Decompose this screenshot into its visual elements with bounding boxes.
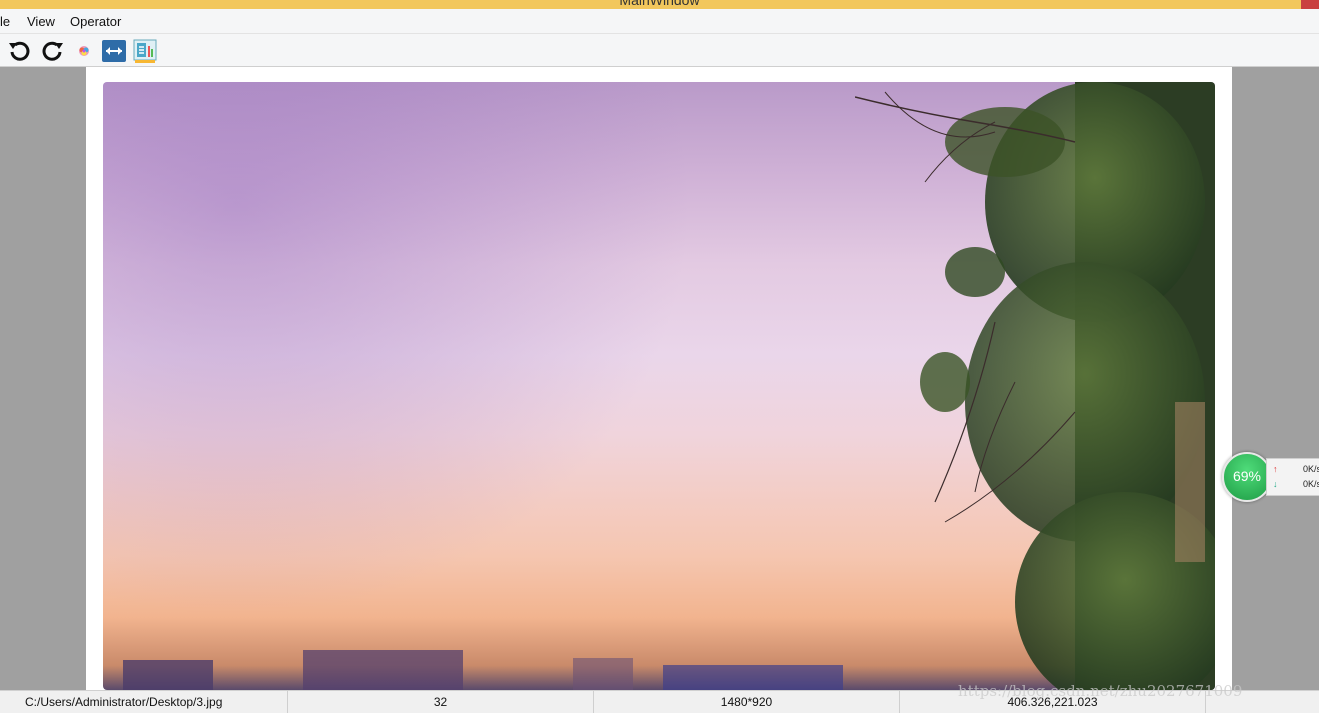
status-file-path: C:/Users/Administrator/Desktop/3.jpg (25, 695, 223, 709)
network-monitor-widget[interactable]: 69% ↑ 0K/s ↓ 0K/s (1222, 452, 1319, 502)
color-button[interactable] (71, 38, 97, 64)
status-value: 32 (288, 691, 594, 713)
watermark-text: https://blog.csdn.net/zhu2027671009 (958, 682, 1243, 700)
rotate-left-button[interactable] (7, 38, 33, 64)
menu-bar: le View Operator (0, 9, 1319, 34)
histogram-button[interactable] (132, 38, 158, 64)
color-wheel-icon (79, 46, 89, 56)
image-foliage (855, 82, 1215, 690)
rotate-right-icon (42, 41, 63, 61)
image-haze (103, 82, 771, 690)
title-bar[interactable]: MainWindow (0, 0, 1319, 9)
upload-arrow-icon: ↑ (1273, 464, 1278, 474)
window-title: MainWindow (619, 0, 700, 8)
toolbar (0, 34, 1319, 67)
download-speed: 0K/s (1303, 479, 1319, 489)
menu-view[interactable]: View (27, 14, 55, 29)
rotate-left-icon (9, 41, 30, 61)
loaded-image[interactable] (103, 82, 1215, 690)
status-image-size: 1480*920 (594, 691, 900, 713)
download-arrow-icon: ↓ (1273, 479, 1278, 489)
network-speed-panel: ↑ 0K/s ↓ 0K/s (1266, 458, 1319, 496)
flip-button[interactable] (101, 38, 127, 64)
status-cell-path: C:/Users/Administrator/Desktop/3.jpg (0, 691, 288, 713)
menu-operator[interactable]: Operator (70, 14, 121, 29)
cpu-percent-badge[interactable]: 69% (1222, 452, 1272, 502)
close-button[interactable] (1301, 0, 1319, 9)
flip-horizontal-icon (102, 40, 126, 62)
menu-file[interactable]: le (0, 14, 10, 29)
rotate-right-button[interactable] (39, 38, 65, 64)
upload-speed: 0K/s (1303, 464, 1319, 474)
histogram-icon (133, 39, 157, 63)
